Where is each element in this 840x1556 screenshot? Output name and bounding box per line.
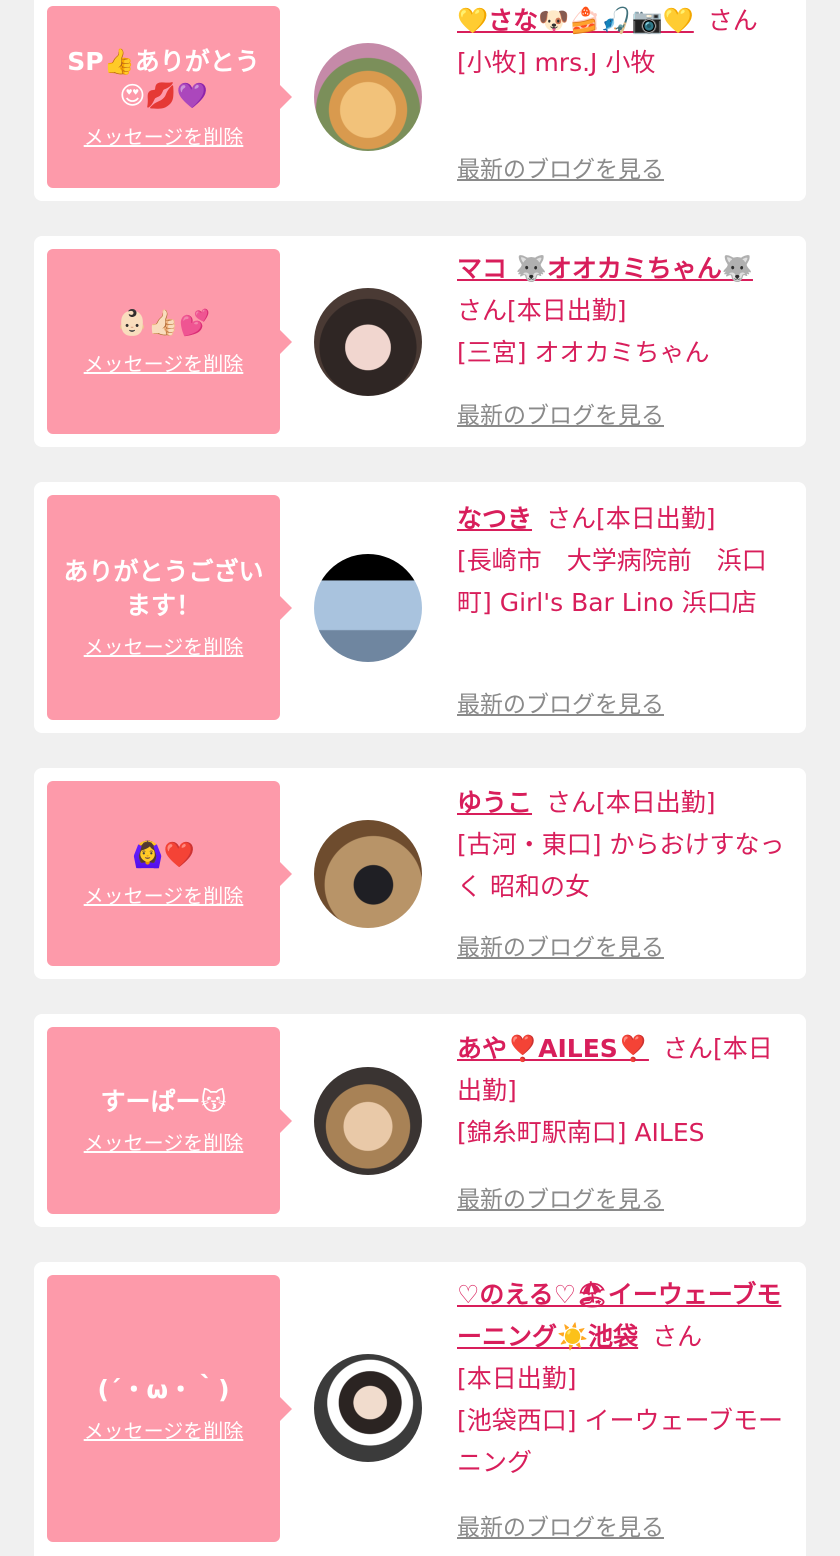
message-card: すーぱー😽 メッセージを削除 あや❣️AILES❣️ さん[本日出勤] [錦糸町駅… bbox=[34, 1014, 806, 1227]
status-text: [本日出勤] bbox=[507, 296, 627, 325]
message-card: 👶🏻👍🏻💕 メッセージを削除 マコ 🐺オオカミちゃん🐺 さん[本日出勤] [三宮… bbox=[34, 236, 806, 447]
message-card: (´・ω・｀) メッセージを削除 ♡のえる♡🏖イーウェーブモーニング☀️池袋 さん… bbox=[34, 1262, 806, 1556]
san-suffix: さん bbox=[707, 6, 758, 35]
avatar[interactable] bbox=[314, 1354, 422, 1462]
delete-message-link[interactable]: メッセージを削除 bbox=[84, 1415, 244, 1444]
delete-message-link[interactable]: メッセージを削除 bbox=[84, 880, 244, 909]
girl-info: あや❣️AILES❣️ さん[本日出勤] [錦糸町駅南口] AILES bbox=[457, 1028, 792, 1154]
delete-message-link[interactable]: メッセージを削除 bbox=[84, 121, 244, 150]
girl-info: 💛さな🐶🍰🎣📷💛 さん [小牧] mrs.J 小牧 bbox=[457, 0, 792, 84]
san-suffix: さん bbox=[546, 788, 597, 817]
message-bubble: 🙆‍♀️❤️ メッセージを削除 bbox=[47, 781, 292, 966]
delete-message-link[interactable]: メッセージを削除 bbox=[84, 348, 244, 377]
status-text: [本日出勤] bbox=[596, 504, 716, 533]
message-text: 🙆‍♀️❤️ bbox=[132, 840, 195, 869]
message-bubble: 👶🏻👍🏻💕 メッセージを削除 bbox=[47, 249, 292, 434]
avatar[interactable] bbox=[314, 554, 422, 662]
message-card: 🙆‍♀️❤️ メッセージを削除 ゆうこ さん[本日出勤] [古河・東口] からおけ… bbox=[34, 768, 806, 979]
message-text: ありがとうございます！ bbox=[63, 557, 264, 620]
avatar[interactable] bbox=[314, 288, 422, 396]
message-bubble: すーぱー😽 メッセージを削除 bbox=[47, 1027, 292, 1214]
latest-blog-link[interactable]: 最新のブログを見る bbox=[457, 396, 664, 430]
shop-text: [長崎市 大学病院前 浜口町] Girl's Bar Lino 浜口店 bbox=[457, 546, 767, 617]
message-card: SP👍ありがとう😍💋💜 メッセージを削除 💛さな🐶🍰🎣📷💛 さん [小牧] mrs… bbox=[34, 0, 806, 201]
girl-info: ゆうこ さん[本日出勤] [古河・東口] からおけすなっく 昭和の女 bbox=[457, 782, 792, 908]
status-text: [本日出勤] bbox=[596, 788, 716, 817]
san-suffix: さん bbox=[457, 296, 508, 325]
shop-text: [池袋西口] イーウェーブモーニング bbox=[457, 1406, 783, 1477]
delete-message-link[interactable]: メッセージを削除 bbox=[84, 631, 244, 660]
girl-name-link[interactable]: ゆうこ bbox=[457, 788, 532, 817]
girl-info: ♡のえる♡🏖イーウェーブモーニング☀️池袋 さん [本日出勤] [池袋西口] イー… bbox=[457, 1274, 792, 1484]
girl-name-link[interactable]: なつき bbox=[457, 504, 532, 533]
girl-name-link[interactable]: ♡のえる♡🏖イーウェーブモーニング☀️池袋 bbox=[457, 1280, 781, 1351]
message-card: ありがとうございます！ メッセージを削除 なつき さん[本日出勤] [長崎市 大学… bbox=[34, 482, 806, 733]
delete-message-link[interactable]: メッセージを削除 bbox=[84, 1127, 244, 1156]
san-suffix: さん bbox=[662, 1034, 713, 1063]
girl-name-link[interactable]: あや❣️AILES❣️ bbox=[457, 1034, 649, 1063]
girl-info: なつき さん[本日出勤] [長崎市 大学病院前 浜口町] Girl's Bar L… bbox=[457, 498, 792, 624]
message-bubble: ありがとうございます！ メッセージを削除 bbox=[47, 495, 292, 720]
shop-text: [小牧] mrs.J 小牧 bbox=[457, 48, 656, 77]
girl-info: マコ 🐺オオカミちゃん🐺 さん[本日出勤] [三宮] オオカミちゃん bbox=[457, 248, 792, 374]
message-text: (´・ω・｀) bbox=[97, 1375, 230, 1404]
latest-blog-link[interactable]: 最新のブログを見る bbox=[457, 1180, 664, 1214]
message-bubble: (´・ω・｀) メッセージを削除 bbox=[47, 1275, 292, 1542]
latest-blog-link[interactable]: 最新のブログを見る bbox=[457, 1508, 664, 1542]
message-bubble: SP👍ありがとう😍💋💜 メッセージを削除 bbox=[47, 6, 292, 188]
latest-blog-link[interactable]: 最新のブログを見る bbox=[457, 928, 664, 962]
message-text: すーぱー😽 bbox=[100, 1087, 227, 1116]
message-text: 👶🏻👍🏻💕 bbox=[116, 308, 211, 337]
girl-name-link[interactable]: マコ 🐺オオカミちゃん🐺 bbox=[457, 254, 753, 283]
avatar[interactable] bbox=[314, 43, 422, 151]
san-suffix: さん bbox=[546, 504, 597, 533]
message-text: SP👍ありがとう😍💋💜 bbox=[67, 46, 260, 110]
shop-text: [三宮] オオカミちゃん bbox=[457, 338, 710, 367]
avatar[interactable] bbox=[314, 1067, 422, 1175]
avatar[interactable] bbox=[314, 820, 422, 928]
latest-blog-link[interactable]: 最新のブログを見る bbox=[457, 150, 664, 184]
shop-text: [古河・東口] からおけすなっく 昭和の女 bbox=[457, 830, 785, 901]
san-suffix: さん bbox=[652, 1322, 703, 1351]
shop-text: [錦糸町駅南口] AILES bbox=[457, 1118, 705, 1147]
latest-blog-link[interactable]: 最新のブログを見る bbox=[457, 685, 664, 719]
status-text: [本日出勤] bbox=[457, 1364, 577, 1393]
girl-name-link[interactable]: 💛さな🐶🍰🎣📷💛 bbox=[457, 6, 694, 35]
